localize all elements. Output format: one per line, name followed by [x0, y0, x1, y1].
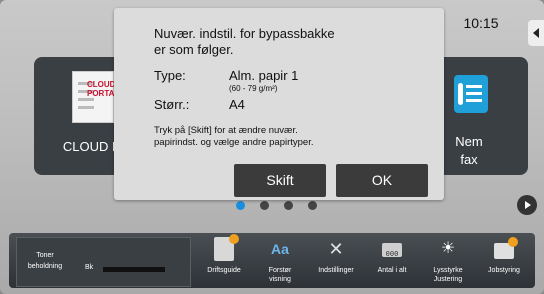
size-value: A4 [229, 97, 245, 112]
type-label: Type: [154, 68, 186, 83]
fax-icon [454, 75, 488, 113]
toner-color-label: Bk [85, 264, 94, 271]
type-weight: (60 - 79 g/m²) [229, 84, 278, 93]
page-dot[interactable] [308, 201, 317, 210]
settings-tools-icon: ✕ [328, 239, 344, 259]
dialog-message-line1: Nuvær. indstil. for bypassbakke [154, 26, 335, 41]
home-screen: CLOUD PORTAL CLOUD POR Nem fax 10:15 Nuv… [0, 0, 544, 294]
toner-label-line1: Toner [36, 252, 54, 259]
type-value: Alm. papir 1 [229, 68, 299, 83]
ok-button[interactable]: OK [336, 164, 428, 197]
brightness-icon: ☀ [440, 240, 456, 257]
dialog-hint: Tryk på [Skift] for at ændre nuvær. papi… [154, 125, 414, 149]
clock: 10:15 [463, 15, 499, 31]
page-dot[interactable] [236, 201, 245, 210]
antal-i-alt-button[interactable]: 000 Antal i alt [364, 233, 420, 288]
page-indicator [236, 201, 317, 210]
cloud-portal-logo-icon: CLOUD PORTAL [72, 71, 120, 123]
dialog-message-line2: er som følger. [154, 42, 234, 57]
indstillinger-label: Indstillinger [318, 267, 354, 274]
lysstyrke-button[interactable]: ☀ Lysstyrke Justering [420, 233, 476, 288]
collapse-arrow-icon[interactable] [528, 20, 544, 46]
driftsguide-label: Driftsguide [207, 267, 241, 274]
magnify-text-icon: Aa [271, 241, 289, 257]
jobstyring-button[interactable]: Jobstyring [476, 233, 532, 288]
driftsguide-button[interactable]: Driftsguide [196, 233, 252, 288]
bottom-bar: Toner beholdning Bk Driftsguide Aa Forst… [9, 233, 535, 288]
counter-icon-text: 000 [385, 250, 399, 258]
toner-level-bar [103, 267, 165, 272]
counter-icon: 000 [382, 243, 402, 258]
page-dot[interactable] [260, 201, 269, 210]
size-label: Størr.: [154, 97, 190, 112]
indstillinger-button[interactable]: ✕ Indstillinger [308, 233, 364, 288]
bypass-tray-dialog: Nuvær. indstil. for bypassbakke er som f… [114, 8, 444, 200]
forstor-visning-button[interactable]: Aa Forstør visning [252, 233, 308, 288]
dialog-hint-line1: Tryk på [Skift] for at ændre nuvær. [154, 125, 298, 136]
toner-label: Toner beholdning [23, 250, 67, 272]
cloud-logo-text: CLOUD PORTAL [87, 80, 120, 98]
toner-label-line2: beholdning [27, 263, 63, 270]
skift-button[interactable]: Skift [234, 164, 326, 197]
next-page-icon[interactable] [517, 195, 537, 215]
antal-i-alt-label: Antal i alt [377, 267, 407, 274]
jobstyring-label: Jobstyring [488, 267, 520, 274]
dialog-hint-line2: papirindst. og vælge andre papirtyper. [154, 137, 314, 148]
page-dot[interactable] [284, 201, 293, 210]
toner-status: Toner beholdning Bk [16, 237, 191, 287]
guide-icon [214, 234, 239, 261]
job-status-icon [494, 237, 518, 259]
forstor-visning-label: Forstør visning [268, 267, 292, 283]
lysstyrke-label: Lysstyrke Justering [433, 267, 463, 283]
dialog-message: Nuvær. indstil. for bypassbakke er som f… [154, 26, 404, 58]
